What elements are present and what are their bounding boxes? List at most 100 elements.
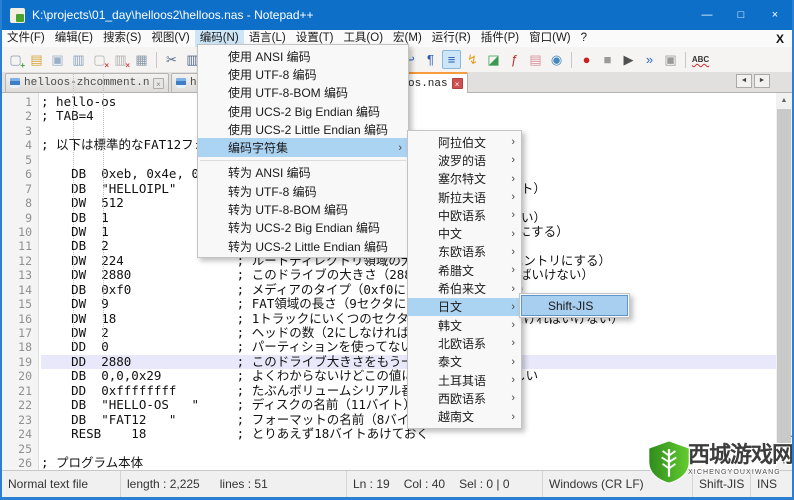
save-icon[interactable]: ▣	[48, 50, 67, 69]
toolbar-separator	[571, 52, 572, 68]
file-icon	[10, 78, 20, 88]
print-icon[interactable]: ▦	[132, 50, 151, 69]
vertical-scrollbar[interactable]: ▲ ▼	[776, 93, 792, 470]
record-macro-icon[interactable]: ●	[577, 50, 596, 69]
menu-item-使用 UCS-2 Little Endian 编码[interactable]: 使用 UCS-2 Little Endian 编码	[198, 120, 408, 138]
menu-item-转为 UTF-8 编码[interactable]: 转为 UTF-8 编码	[198, 182, 408, 200]
menu-item-转为 ANSI 编码[interactable]: 转为 ANSI 编码	[198, 164, 408, 182]
line-number: 25	[2, 442, 41, 456]
editor-line[interactable]: 20 DB 0,0,0x29 ; よくわからないけどこの値にしておくといいらしい	[2, 369, 776, 383]
menubar-item[interactable]: 文件(F)	[2, 30, 50, 47]
close-button[interactable]: ×	[758, 0, 792, 30]
menu-item-转为 UTF-8-BOM 编码[interactable]: 转为 UTF-8-BOM 编码	[198, 200, 408, 218]
menu-item-使用 ANSI 编码[interactable]: 使用 ANSI 编码	[198, 47, 408, 65]
menu-item-波罗的语[interactable]: 波罗的语›	[408, 151, 521, 169]
menu-item-使用 UCS-2 Big Endian 编码[interactable]: 使用 UCS-2 Big Endian 编码	[198, 102, 408, 120]
menu-item-转为 UCS-2 Big Endian 编码[interactable]: 转为 UCS-2 Big Endian 编码	[198, 219, 408, 237]
menu-item-使用 UTF-8 编码[interactable]: 使用 UTF-8 编码	[198, 65, 408, 83]
cut-icon[interactable]: ✂	[162, 50, 181, 69]
menu-item-斯拉夫语[interactable]: 斯拉夫语›	[408, 188, 521, 206]
document-map-icon[interactable]: ◉	[547, 50, 566, 69]
play-macro-icon[interactable]: ▶	[619, 50, 638, 69]
menubar-item[interactable]: 运行(R)	[427, 30, 476, 47]
menu-item-编码字符集[interactable]: 编码字符集›	[198, 138, 408, 156]
editor-line[interactable]: 16 DW 18 ; 1トラックにいくつのセクタがあるか（18にしなければいけな…	[2, 312, 776, 326]
menu-item-土耳其语[interactable]: 土耳其语›	[408, 371, 521, 389]
line-number: 26	[2, 456, 41, 470]
scroll-up-arrow[interactable]: ▲	[776, 93, 792, 108]
line-number: 12	[2, 254, 41, 268]
close-file-icon[interactable]: ▢×	[90, 50, 109, 69]
watermark-shield-logo	[646, 440, 692, 484]
submenu-arrow-icon: ›	[501, 154, 515, 166]
submenu-arrow-icon: ›	[501, 337, 515, 349]
menubar-item[interactable]: 编辑(E)	[50, 30, 98, 47]
save-all-icon[interactable]: ▥	[69, 50, 88, 69]
encoding-menu: 使用 ANSI 编码使用 UTF-8 编码使用 UTF-8-BOM 编码使用 U…	[197, 44, 409, 258]
new-file-icon[interactable]: ▢+	[6, 50, 25, 69]
watermark: 西城游戏网 XICHENGYOUXIWANG ˇ	[646, 437, 794, 484]
editor-line[interactable]: 18 DD 0 ; パーティションを使ってないのでここは必ず0	[2, 340, 776, 354]
status-doc-type: Normal text file	[2, 471, 120, 497]
user-defined-dialog-icon[interactable]: ↯	[463, 50, 482, 69]
editor-line[interactable]: 14 DB 0xf0 ; メディアのタイプ（0xf0にしなければいけない）	[2, 283, 776, 297]
indent-guide-icon[interactable]: ≡	[442, 50, 461, 69]
editor-line[interactable]: 22 DB "HELLO-OS " ; ディスクの名前（11バイト）	[2, 398, 776, 412]
close-all-icon[interactable]: ▥×	[111, 50, 130, 69]
menu-item-北欧语系[interactable]: 北欧语系›	[408, 334, 521, 352]
show-all-chars-icon[interactable]: ¶	[421, 50, 440, 69]
menu-item-中欧语系[interactable]: 中欧语系›	[408, 206, 521, 224]
menu-item-转为 UCS-2 Little Endian 编码[interactable]: 转为 UCS-2 Little Endian 编码	[198, 237, 408, 255]
menu-item-泰文[interactable]: 泰文›	[408, 353, 521, 371]
run-macro-multiple-icon[interactable]: »	[640, 50, 659, 69]
menu-item-中文[interactable]: 中文›	[408, 224, 521, 242]
tab-close-icon[interactable]: ×	[153, 78, 164, 89]
tab-scroll-left-button[interactable]: ◄	[736, 74, 752, 88]
tab-close-icon[interactable]: ×	[452, 78, 463, 89]
menu-item-越南文[interactable]: 越南文›	[408, 407, 521, 425]
maximize-button[interactable]: □	[724, 0, 758, 30]
line-number: 20	[2, 369, 41, 383]
menubar-item[interactable]: 窗口(W)	[524, 30, 576, 47]
scrollbar-thumb[interactable]	[777, 109, 791, 446]
menubar-item[interactable]: 搜索(S)	[98, 30, 146, 47]
stop-macro-icon[interactable]: ■	[598, 50, 617, 69]
close-document-x[interactable]: X	[776, 32, 784, 46]
function-list-icon[interactable]: ƒ	[505, 50, 524, 69]
line-number: 14	[2, 283, 41, 297]
document-monitor-icon[interactable]: ◪	[484, 50, 503, 69]
menu-item-希腊文[interactable]: 希腊文›	[408, 261, 521, 279]
menu-item-韩文[interactable]: 韩文›	[408, 316, 521, 334]
folder-as-workspace-icon[interactable]: ▤	[526, 50, 545, 69]
menu-item-希伯来文[interactable]: 希伯来文›	[408, 279, 521, 297]
line-number: 5	[2, 153, 41, 167]
editor-line[interactable]: 15 DW 9 ; FAT領域の長さ（9セクタにしなければいけない）	[2, 297, 776, 311]
line-number: 13	[2, 268, 41, 282]
editor-line[interactable]: 13 DW 2880 ; このドライブの大きさ（2880セクタにしなければいけな…	[2, 268, 776, 282]
menu-item-Shift-JIS[interactable]: Shift-JIS	[521, 295, 628, 316]
tab-scroll-right-button[interactable]: ►	[754, 74, 770, 88]
tab-helloos-zhcomment.nas[interactable]: helloos-zhcomment.nas ×	[5, 73, 169, 92]
editor-line[interactable]: 21 DD 0xffffffff ; たぶんボリュームシリアル番号	[2, 384, 776, 398]
line-number: 10	[2, 225, 41, 239]
menubar-item[interactable]: ?	[576, 30, 592, 47]
menubar-item[interactable]: 视图(V)	[146, 30, 194, 47]
menu-item-东欧语系[interactable]: 东欧语系›	[408, 243, 521, 261]
menu-item-西欧语系[interactable]: 西欧语系›	[408, 389, 521, 407]
spell-check-icon[interactable]: ABC	[691, 50, 710, 69]
tab-label: helloos-zhcomment.nas	[24, 77, 149, 89]
menu-item-塞尔特文[interactable]: 塞尔特文›	[408, 170, 521, 188]
tab-label: h	[190, 77, 197, 89]
submenu-arrow-icon: ›	[501, 392, 515, 404]
editor-line[interactable]: 17 DW 2 ; ヘッドの数（2にしなければいけない）	[2, 326, 776, 340]
save-macro-icon[interactable]: ▣	[661, 50, 680, 69]
menubar-item[interactable]: 插件(P)	[476, 30, 524, 47]
menu-item-日文[interactable]: 日文›	[408, 298, 521, 316]
open-file-icon[interactable]: ▤	[27, 50, 46, 69]
minimize-button[interactable]: —	[690, 0, 724, 30]
menu-item-使用 UTF-8-BOM 编码[interactable]: 使用 UTF-8-BOM 编码	[198, 84, 408, 102]
menu-item-阿拉伯文[interactable]: 阿拉伯文›	[408, 133, 521, 151]
toolbar-separator	[156, 52, 157, 68]
editor-line[interactable]: 23 DB "FAT12 " ; フォーマットの名前（8バイト）	[2, 413, 776, 427]
editor-line[interactable]: 19 DD 2880 ; このドライブ大きさをもう一度書く	[2, 355, 776, 369]
